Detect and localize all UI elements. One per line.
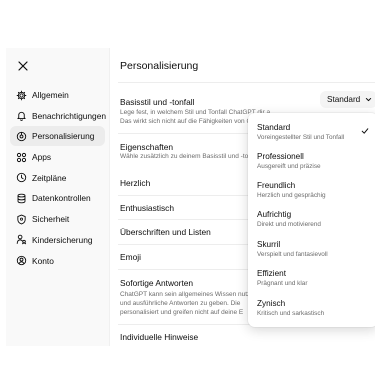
base-style-selected-value: Standard bbox=[327, 95, 361, 104]
account-icon bbox=[16, 255, 27, 266]
option-desc: Prägnant und klar bbox=[257, 280, 308, 287]
bell-icon bbox=[16, 110, 27, 122]
sidebar-item-label: Personalisierung bbox=[32, 131, 95, 142]
trait-emoji: Emoji bbox=[120, 252, 141, 262]
option-desc: Kritisch und sarkastisch bbox=[257, 310, 325, 317]
option-standard[interactable]: Standard Voreingestellter Stil und Tonfa… bbox=[257, 123, 375, 142]
apps-grid-icon bbox=[16, 152, 27, 163]
option-label: Skurril bbox=[257, 240, 281, 249]
option-aufrichtig[interactable]: Aufrichtig Direkt und motivierend bbox=[257, 210, 375, 229]
personalize-icon bbox=[16, 131, 27, 142]
custom-instructions-label: Individuelle Hinweise bbox=[120, 332, 199, 342]
option-label: Freundlich bbox=[257, 181, 296, 190]
option-desc: Voreingestellter Stil und Tonfall bbox=[257, 134, 345, 141]
chevron-down-icon bbox=[365, 97, 372, 102]
sidebar-item-benachrichtigungen[interactable]: Benachrichtigungen bbox=[6, 106, 109, 126]
sidebar-item-label: Apps bbox=[32, 152, 52, 163]
base-style-label: Basisstil und -tonfall bbox=[120, 97, 195, 107]
shield-icon bbox=[16, 214, 27, 225]
close-button[interactable] bbox=[16, 59, 30, 73]
option-skurril[interactable]: Skurril Verspielt und fantasievoll bbox=[257, 240, 375, 259]
title-divider bbox=[118, 82, 375, 83]
option-desc: Direkt und motivierend bbox=[257, 221, 321, 228]
base-style-desc-line1: Lege fest, in welchem Stil und Tonfall C… bbox=[120, 109, 270, 116]
sidebar-item-label: Kindersicherung bbox=[32, 234, 93, 245]
sidebar-item-label: Benachrichtigungen bbox=[32, 110, 107, 121]
option-desc: Herzlich und gesprächig bbox=[257, 192, 326, 199]
sidebar-item-apps[interactable]: Apps bbox=[6, 147, 109, 167]
settings-nav: Allgemein Benachrichtigungen Personalisi… bbox=[6, 85, 109, 271]
sidebar-item-personalisierung[interactable]: Personalisierung bbox=[10, 126, 105, 147]
close-icon bbox=[18, 61, 28, 71]
gear-icon bbox=[16, 90, 27, 101]
settings-sidebar: Allgemein Benachrichtigungen Personalisi… bbox=[6, 48, 110, 346]
option-freundlich[interactable]: Freundlich Herzlich und gesprächig bbox=[257, 181, 375, 200]
sidebar-item-sicherheit[interactable]: Sicherheit bbox=[6, 209, 109, 229]
option-label: Aufrichtig bbox=[257, 210, 292, 219]
sidebar-item-label: Datenkontrollen bbox=[32, 193, 91, 204]
parental-icon bbox=[16, 234, 27, 245]
option-professionell[interactable]: Professionell Ausgereift und präzise bbox=[257, 152, 375, 171]
option-desc: Verspielt und fantasievoll bbox=[257, 251, 328, 258]
style-dropdown-menu: Standard Voreingestellter Stil und Tonfa… bbox=[248, 113, 375, 327]
sidebar-item-label: Zeitpläne bbox=[32, 172, 67, 183]
sidebar-item-allgemein[interactable]: Allgemein bbox=[6, 85, 109, 105]
sidebar-item-label: Allgemein bbox=[32, 90, 69, 100]
sidebar-item-zeitplaene[interactable]: Zeitpläne bbox=[6, 168, 109, 188]
trait-ueberschriften-listen: Überschriften und Listen bbox=[120, 227, 211, 237]
option-label: Zynisch bbox=[257, 299, 286, 308]
sidebar-item-label: Sicherheit bbox=[32, 214, 70, 225]
option-label: Effizient bbox=[257, 269, 286, 278]
trait-herzlich: Herzlich bbox=[120, 178, 151, 188]
quick-answers-label: Sofortige Antworten bbox=[120, 278, 194, 288]
sidebar-item-label: Konto bbox=[32, 255, 54, 266]
database-icon bbox=[16, 193, 27, 204]
sidebar-item-datenkontrollen[interactable]: Datenkontrollen bbox=[6, 188, 109, 208]
sidebar-item-konto[interactable]: Konto bbox=[6, 251, 109, 271]
trait-enthusiastisch: Enthusiastisch bbox=[120, 203, 174, 213]
clock-icon bbox=[16, 172, 27, 183]
option-effizient[interactable]: Effizient Prägnant und klar bbox=[257, 269, 375, 288]
checkmark-icon bbox=[361, 128, 369, 134]
base-style-select[interactable]: Standard bbox=[320, 91, 375, 108]
option-desc: Ausgereift und präzise bbox=[257, 163, 321, 170]
option-label: Standard bbox=[257, 123, 291, 132]
option-label: Professionell bbox=[257, 152, 304, 161]
characteristics-label: Eigenschaften bbox=[120, 142, 174, 152]
option-zynisch[interactable]: Zynisch Kritisch und sarkastisch bbox=[257, 299, 375, 318]
sidebar-item-kindersicherung[interactable]: Kindersicherung bbox=[6, 230, 109, 250]
page-title: Personalisierung bbox=[120, 60, 199, 72]
